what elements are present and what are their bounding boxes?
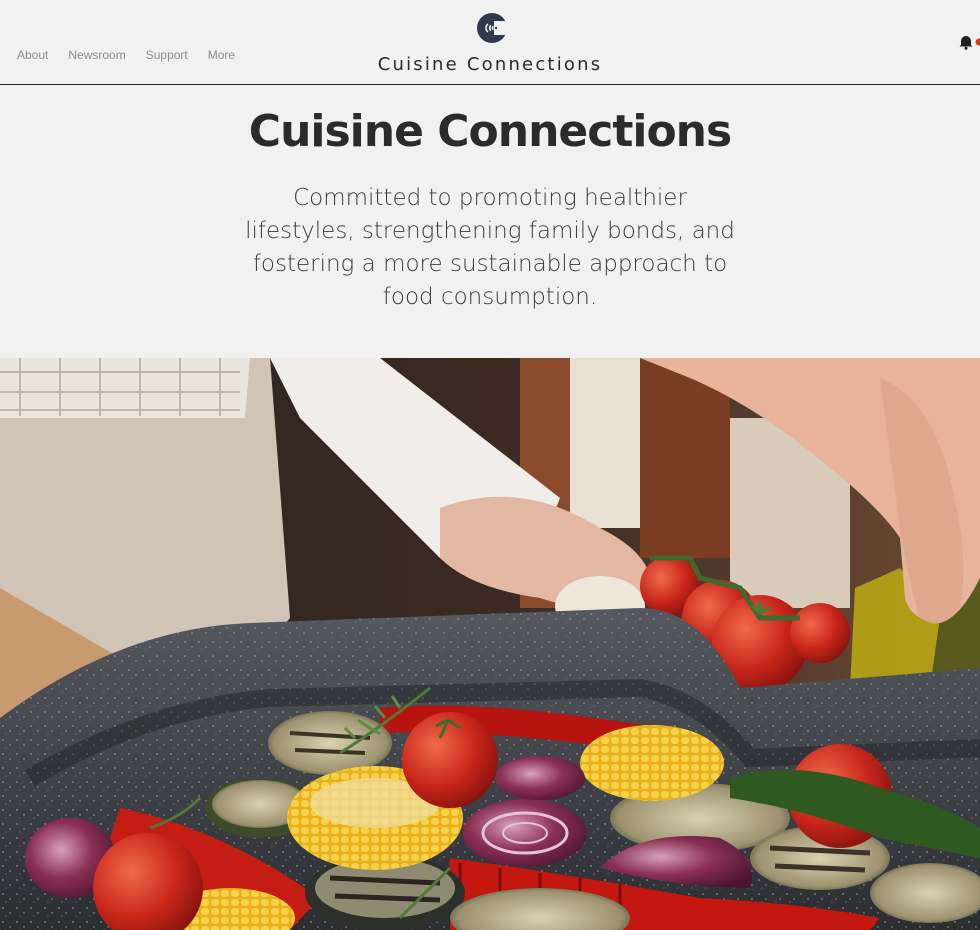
hero-image <box>0 358 980 930</box>
cc-logo-icon[interactable] <box>476 12 508 44</box>
hero-tagline: Committed to promoting healthier lifesty… <box>245 185 735 310</box>
page-title: Cuisine Connections <box>248 106 732 157</box>
brand-name[interactable]: Cuisine Connections <box>0 54 980 75</box>
site-header: About Newsroom Support More Cuisine Conn… <box>0 0 980 85</box>
bell-icon[interactable] <box>958 34 980 50</box>
